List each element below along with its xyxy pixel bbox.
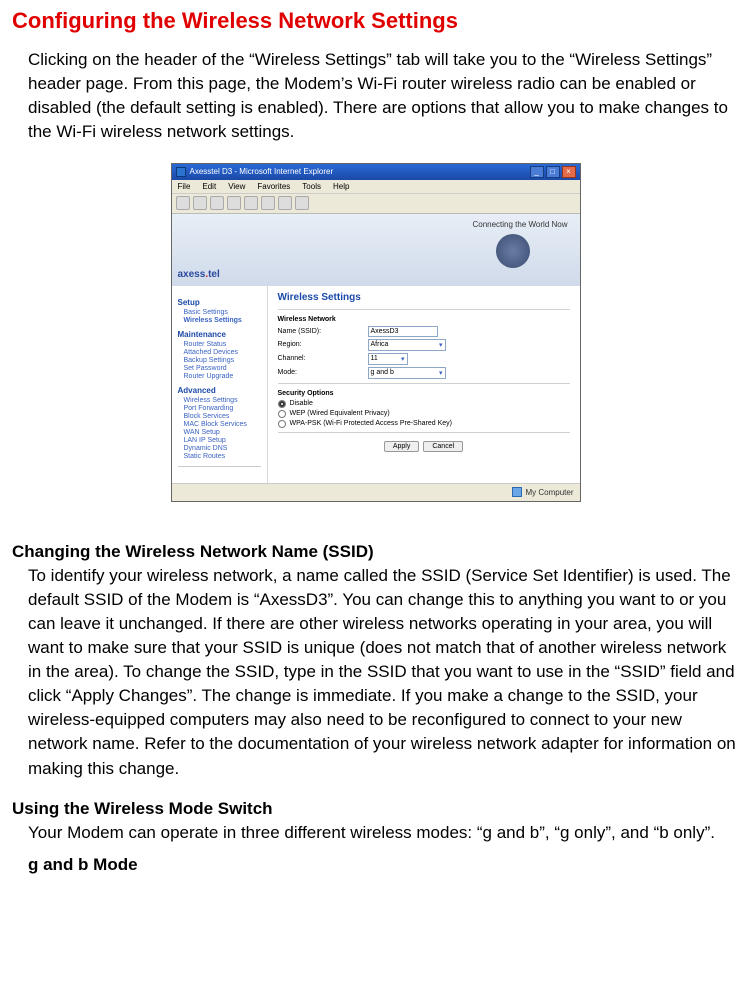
window-title-text: Axesstel D3 - Microsoft Internet Explore… [190, 167, 334, 176]
brand-part2: tel [208, 269, 220, 280]
radio-wpa[interactable] [278, 420, 286, 428]
favorites-icon[interactable] [278, 196, 292, 210]
statusbar-text: My Computer [525, 488, 573, 497]
sidebar-lan-ip[interactable]: LAN IP Setup [184, 437, 261, 444]
mode-select[interactable]: g and b▾ [368, 367, 446, 379]
history-icon[interactable] [295, 196, 309, 210]
banner: Connecting the World Now axess.tel [172, 214, 580, 286]
option-wep-row[interactable]: WEP (Wired Equivalent Privacy) [278, 410, 570, 418]
menu-favorites[interactable]: Favorites [257, 182, 290, 191]
main-panel: Wireless Settings Wireless Network Name … [268, 286, 580, 483]
chevron-down-icon: ▾ [401, 355, 405, 363]
brand-part1: axess [178, 269, 206, 280]
radio-wpa-label: WPA-PSK (Wi-Fi Protected Access Pre-Shar… [290, 420, 452, 427]
sidebar-backup-settings[interactable]: Backup Settings [184, 357, 261, 364]
stop-icon[interactable] [210, 196, 224, 210]
page-title: Configuring the Wireless Network Setting… [12, 8, 739, 34]
sidebar-group-setup: Setup [178, 298, 261, 307]
sidebar-wireless-settings[interactable]: Wireless Settings [184, 317, 261, 324]
menu-file[interactable]: File [178, 182, 191, 191]
sidebar-router-status[interactable]: Router Status [184, 341, 261, 348]
radio-disable[interactable] [278, 400, 286, 408]
mode-label: Mode: [278, 369, 368, 376]
sidebar-static-routes[interactable]: Static Routes [184, 453, 261, 460]
menu-help[interactable]: Help [333, 182, 349, 191]
radio-disable-label: Disable [290, 400, 313, 407]
channel-label: Channel: [278, 355, 368, 362]
region-label: Region: [278, 341, 368, 348]
back-icon[interactable] [176, 196, 190, 210]
sidebar-nav: Setup Basic Settings Wireless Settings M… [172, 286, 268, 483]
radio-wep-label: WEP (Wired Equivalent Privacy) [290, 410, 390, 417]
sidebar-port-forwarding[interactable]: Port Forwarding [184, 405, 261, 412]
globe-icon [496, 234, 530, 268]
channel-select[interactable]: 11▾ [368, 353, 408, 365]
sidebar-block-services[interactable]: Block Services [184, 413, 261, 420]
ssid-paragraph: To identify your wireless network, a nam… [28, 564, 739, 781]
ie-icon [176, 167, 186, 177]
sidebar-group-maintenance: Maintenance [178, 330, 261, 339]
search-icon[interactable] [261, 196, 275, 210]
g-and-b-heading: g and b Mode [28, 855, 739, 875]
sidebar-router-upgrade[interactable]: Router Upgrade [184, 373, 261, 380]
screenshot-embedded-window: Axesstel D3 - Microsoft Internet Explore… [171, 163, 581, 502]
window-titlebar: Axesstel D3 - Microsoft Internet Explore… [172, 164, 580, 180]
ssid-input[interactable]: AxessD3 [368, 326, 438, 337]
banner-tagline: Connecting the World Now [472, 220, 567, 229]
sidebar-basic-settings[interactable]: Basic Settings [184, 309, 261, 316]
sidebar-wan-setup[interactable]: WAN Setup [184, 429, 261, 436]
forward-icon[interactable] [193, 196, 207, 210]
panel-heading: Wireless Settings [278, 292, 570, 303]
minimize-button[interactable]: _ [530, 166, 544, 178]
statusbar: My Computer [172, 483, 580, 501]
ssid-label: Name (SSID): [278, 328, 368, 335]
option-disable-row[interactable]: Disable [278, 400, 570, 408]
sidebar-dynamic-dns[interactable]: Dynamic DNS [184, 445, 261, 452]
ssid-heading: Changing the Wireless Network Name (SSID… [12, 542, 739, 562]
window-toolbar [172, 194, 580, 214]
region-select[interactable]: Africa▾ [368, 339, 446, 351]
sidebar-attached-devices[interactable]: Attached Devices [184, 349, 261, 356]
menu-edit[interactable]: Edit [202, 182, 216, 191]
menu-view[interactable]: View [228, 182, 245, 191]
maximize-button[interactable]: □ [546, 166, 560, 178]
chevron-down-icon: ▾ [439, 341, 443, 349]
sidebar-set-password[interactable]: Set Password [184, 365, 261, 372]
brand-logo: axess.tel [178, 269, 220, 280]
refresh-icon[interactable] [227, 196, 241, 210]
radio-wep[interactable] [278, 410, 286, 418]
apply-button[interactable]: Apply [384, 441, 420, 452]
sidebar-adv-wireless[interactable]: Wireless Settings [184, 397, 261, 404]
chevron-down-icon: ▾ [439, 369, 443, 377]
mode-paragraph: Your Modem can operate in three differen… [28, 821, 739, 845]
sidebar-group-advanced: Advanced [178, 386, 261, 395]
section-security-options: Security Options [278, 390, 570, 397]
section-wireless-network: Wireless Network [278, 316, 570, 323]
mode-heading: Using the Wireless Mode Switch [12, 799, 739, 819]
home-icon[interactable] [244, 196, 258, 210]
menu-tools[interactable]: Tools [302, 182, 321, 191]
option-wpa-row[interactable]: WPA-PSK (Wi-Fi Protected Access Pre-Shar… [278, 420, 570, 428]
intro-paragraph: Clicking on the header of the “Wireless … [28, 48, 739, 145]
computer-icon [512, 487, 522, 497]
cancel-button[interactable]: Cancel [423, 441, 463, 452]
sidebar-mac-block[interactable]: MAC Block Services [184, 421, 261, 428]
window-menubar: File Edit View Favorites Tools Help [172, 180, 580, 194]
close-button[interactable]: × [562, 166, 576, 178]
